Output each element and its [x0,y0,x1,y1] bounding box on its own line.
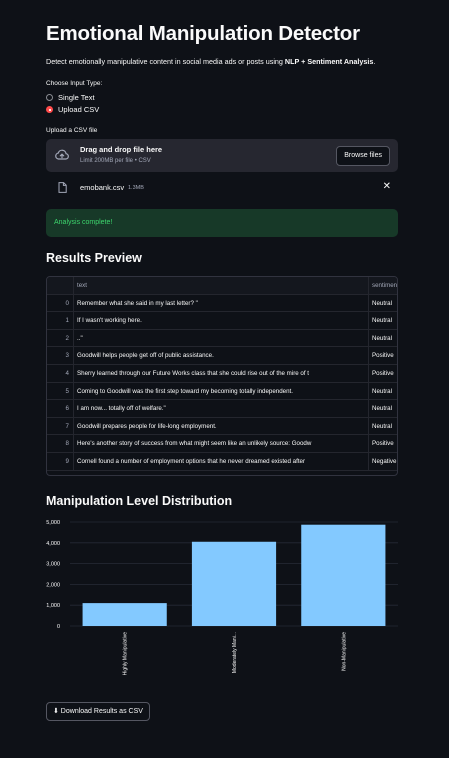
manipulation-bar-chart: 0 1,000 2,000 3,000 4,000 5,000 Highly Manipul… [46,520,398,676]
uploaded-file: emobank.csv 1.3MB ✕ [46,180,398,196]
cloud-upload-icon [55,149,69,160]
row-text: I am now... totally off of welfare." [74,400,369,418]
file-size: 1.3MB [128,184,144,191]
table-row[interactable]: 2 .." Neutral [47,329,397,348]
uploader-label: Upload a CSV file [46,127,98,134]
radio-single-text[interactable]: Single Text [46,93,95,102]
y-tick-label: 3,000 [46,562,60,568]
header-sentiment-label[interactable]: sentiment_label [369,277,397,295]
table-row[interactable]: 1 If I wasn't working here. Neutral [47,312,397,330]
row-text: Remember what she said in my last letter… [74,294,369,313]
y-tick-label: 0 [57,624,60,630]
input-type-label: Choose Input Type: [46,80,103,87]
row-sentiment: Neutral [369,312,397,330]
row-index: 4 [47,365,74,383]
x-tick-label: Moderately Mani... [232,632,238,673]
row-text: .." [74,329,369,348]
row-sentiment: Neutral [369,400,397,418]
table-row[interactable]: 0 Remember what she said in my last lette… [47,294,397,313]
row-text: If I wasn't working here. [74,312,369,330]
dropzone-title: Drag and drop file here [80,145,163,154]
table-row[interactable]: 4 Sherry learned through our Future Works… [47,365,397,383]
subtitle-prefix: Detect emotionally manipulative content … [46,57,285,66]
row-sentiment: Negative [369,453,397,471]
row-index: 2 [47,329,74,348]
row-text: Here's another story of success from wha… [74,435,369,453]
row-text: Sherry learned through our Future Works … [74,365,369,383]
row-index: 1 [47,312,74,330]
radio-unselected-icon [46,94,53,101]
remove-file-icon[interactable]: ✕ [383,181,391,192]
y-tick-label: 5,000 [46,520,60,526]
dropzone-limit: Limit 200MB per file • CSV [80,158,151,164]
success-alert: Analysis complete! [46,209,398,237]
table-row[interactable]: 6I am now... totally off of welfare." Neu… [47,400,397,418]
file-icon [58,182,67,193]
row-index: 7 [47,417,74,436]
bar [82,603,167,626]
browse-files-button[interactable]: Browse files [336,146,390,166]
bar [191,541,277,626]
y-tick-label: 4,000 [46,541,60,547]
radio-single-text-label: Single Text [58,93,95,102]
row-text: Coming to Goodwill was the first step to… [74,382,369,401]
row-index: 6 [47,400,74,418]
row-sentiment: Positive [369,365,397,383]
y-tick-label: 1,000 [46,603,60,609]
header-text[interactable]: text [74,277,369,295]
page-title: Emotional Manipulation Detector [46,22,360,45]
x-tick-label: Non-Manipulative [341,632,347,671]
row-text: Goodwill prepares people for life-long e… [74,417,369,436]
download-csv-button[interactable]: ⬇ Download Results as CSV [46,702,150,721]
row-index: 8 [47,435,74,453]
table-row[interactable]: 7 Goodwill prepares people for life-long … [47,417,397,436]
row-sentiment: Positive [369,435,397,453]
row-sentiment: Positive [369,347,397,365]
row-index: 0 [47,294,74,313]
table-row[interactable]: 8 Here's another story of success from wh… [47,435,397,453]
row-text: Cornell found a number of employment opt… [74,453,369,471]
bar [301,524,386,626]
table-header-row: text sentiment_label senti [47,277,397,295]
distribution-heading: Manipulation Level Distribution [46,494,233,508]
table-row[interactable]: 5 Coming to Goodwill was the first step t… [47,382,397,401]
page-subtitle: Detect emotionally manipulative content … [46,57,375,66]
row-sentiment: Neutral [369,418,397,436]
table-row[interactable]: 9 Cornell found a number of employment op… [47,453,397,471]
table-row[interactable]: 3 Goodwill helps people get off of public… [47,347,397,365]
radio-selected-icon [46,106,53,113]
x-tick-label: Highly Manipulative [123,632,129,676]
row-sentiment: Neutral [369,330,397,348]
header-index [47,277,74,295]
subtitle-bold: NLP + Sentiment Analysis [284,57,374,66]
results-heading: Results Preview [46,251,142,265]
row-index: 5 [47,382,74,401]
row-sentiment: Neutral [369,383,397,401]
subtitle-suffix: . [373,57,376,66]
results-table[interactable]: text sentiment_label senti 0Remember wha… [46,276,398,476]
radio-upload-csv[interactable]: Upload CSV [46,105,99,114]
file-dropzone[interactable]: Drag and drop file here Limit 200MB per … [46,139,398,172]
row-index: 9 [47,453,74,471]
file-name: emobank.csv [80,183,125,192]
row-text: Goodwill helps people get off of public … [74,347,369,365]
row-index: 3 [47,347,74,365]
y-tick-label: 2,000 [46,582,60,588]
row-sentiment: Neutral [369,295,397,313]
radio-upload-csv-label: Upload CSV [58,105,100,114]
